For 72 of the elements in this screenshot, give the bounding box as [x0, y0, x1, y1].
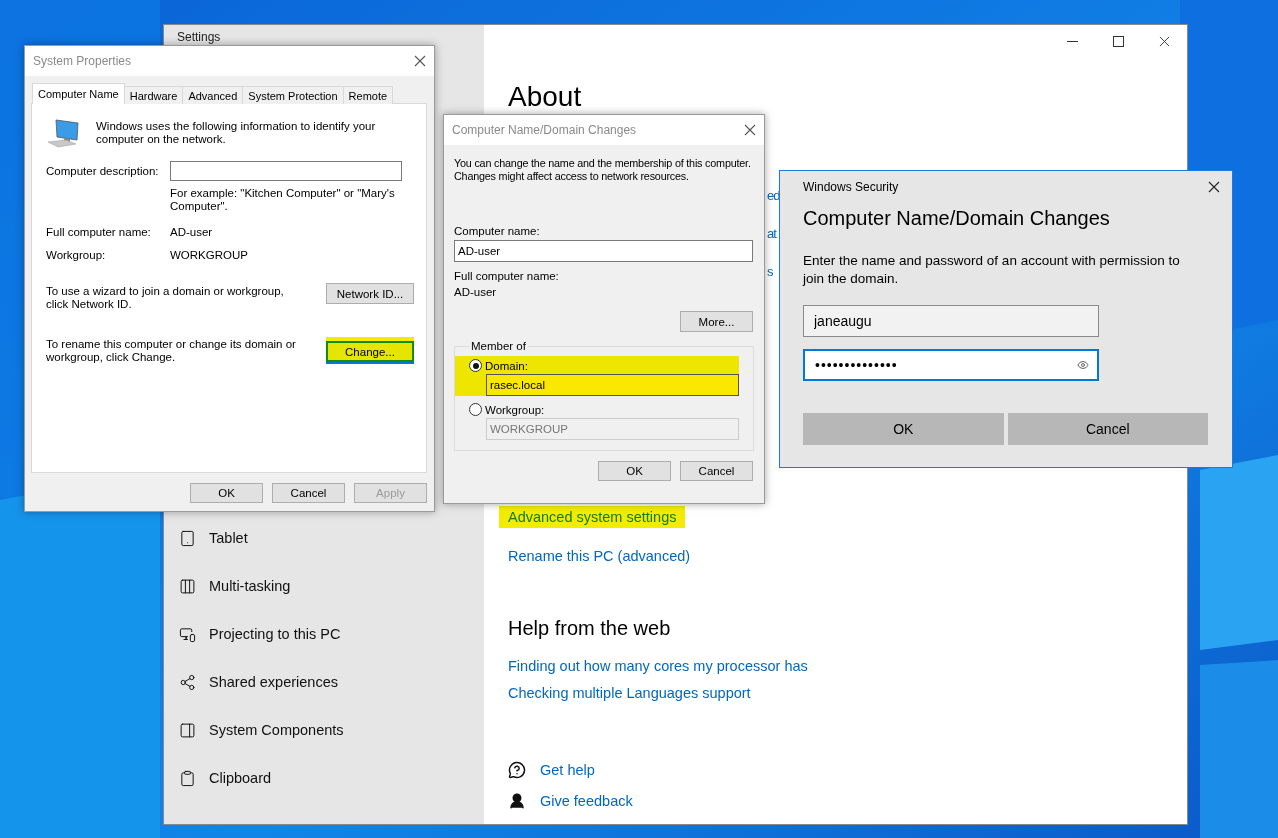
dialog-button[interactable]: OK: [190, 483, 263, 503]
option-field[interactable]: rasec.local: [486, 374, 739, 396]
tab[interactable]: Computer Name: [32, 83, 125, 104]
panel-icon: [179, 721, 196, 739]
radio-button[interactable]: [469, 359, 482, 372]
close-icon[interactable]: [414, 55, 426, 67]
page-title: About: [508, 80, 582, 114]
action-button[interactable]: Network ID...: [326, 283, 414, 304]
sidebar-item[interactable]: Projecting to this PC: [164, 610, 484, 658]
field-value: WORKGROUP: [170, 249, 249, 261]
description-field[interactable]: [170, 161, 402, 181]
computer-name-field[interactable]: AD-user: [454, 240, 753, 262]
intro-text: Windows uses the following information to identify your computer on the network.: [96, 120, 377, 146]
link-fragment: s: [767, 263, 773, 281]
link-fragment: at: [767, 225, 776, 243]
sidebar-item[interactable]: Multi-tasking: [164, 562, 484, 610]
columns-icon: [179, 577, 196, 595]
field-value: AD-user: [170, 226, 214, 238]
radio-option[interactable]: Domain:: [469, 359, 739, 372]
section-heading: Help from the web: [508, 616, 672, 641]
field-label: Full computer name:: [454, 270, 560, 282]
dialog-button[interactable]: Cancel: [680, 461, 753, 481]
sidebar-item[interactable]: Tablet: [164, 514, 484, 562]
sidebar-item[interactable]: System Components: [164, 706, 484, 754]
field-label: Computer name:: [454, 225, 541, 237]
help-link[interactable]: Finding out how many cores my processor has: [499, 655, 817, 677]
dialog-button[interactable]: OK: [803, 413, 1004, 445]
tablet-icon: [179, 529, 196, 547]
maximize-icon[interactable]: [1112, 35, 1124, 47]
instruction-text: To rename this computer or change its domain or workgroup, click Change.: [46, 338, 297, 364]
field-label: Workgroup:: [46, 249, 107, 261]
close-icon[interactable]: [744, 124, 756, 136]
tab[interactable]: Remote: [342, 86, 394, 104]
reveal-icon[interactable]: [1077, 359, 1089, 371]
field-label: Full computer name:: [46, 226, 152, 238]
hint-text: For example: "Kitchen Computer" or "Mary's Computer".: [170, 187, 396, 213]
more-button[interactable]: More...: [680, 311, 753, 332]
dialog-button[interactable]: Cancel: [272, 483, 345, 503]
window-title: Settings: [176, 29, 222, 46]
support-link[interactable]: Give feedback: [531, 790, 642, 812]
support-link[interactable]: Get help: [531, 759, 604, 781]
monitor-icon: [179, 625, 196, 643]
dialog-heading: Computer Name/Domain Changes: [803, 206, 1111, 231]
minimize-icon[interactable]: [1066, 39, 1078, 43]
help-link[interactable]: Checking multiple Languages support: [499, 682, 760, 704]
intro-text: You can change the name and the membership of this computer. Changes might affect access to network resources.: [454, 157, 752, 183]
settings-link[interactable]: Advanced system settings: [499, 506, 686, 528]
tab[interactable]: Hardware: [123, 86, 184, 104]
field-label: Computer description:: [46, 165, 160, 177]
instruction-text: To use a wizard to join a domain or workgroup, click Network ID.: [46, 285, 285, 311]
help-icon: [508, 761, 526, 779]
field-value: AD-user: [454, 286, 498, 298]
dialog-message: Enter the name and password of an account with permission to join the domain.: [803, 252, 1181, 288]
tab[interactable]: System Protection: [242, 86, 344, 104]
password-field[interactable]: ••••••••••••••: [803, 349, 1099, 381]
tab[interactable]: Advanced: [182, 86, 244, 104]
dialog-button[interactable]: OK: [598, 461, 671, 481]
dialog-title: System Properties: [33, 54, 132, 68]
close-icon[interactable]: [1158, 35, 1170, 47]
close-icon[interactable]: [1208, 181, 1220, 193]
computer-icon: [46, 118, 80, 148]
sidebar-item[interactable]: Shared experiences: [164, 658, 484, 706]
settings-link[interactable]: Rename this PC (advanced): [499, 545, 700, 567]
dialog-title: Computer Name/Domain Changes: [452, 123, 637, 137]
username-field[interactable]: janeaugu: [803, 305, 1099, 337]
dialog-title: Windows Security: [803, 180, 899, 194]
dialog-button[interactable]: Cancel: [1007, 413, 1208, 445]
sidebar-item[interactable]: Clipboard: [164, 754, 484, 802]
person-icon: [508, 792, 526, 810]
share-icon: [179, 673, 196, 691]
group-label: Member of: [470, 340, 527, 352]
clipboard-icon: [179, 769, 196, 787]
